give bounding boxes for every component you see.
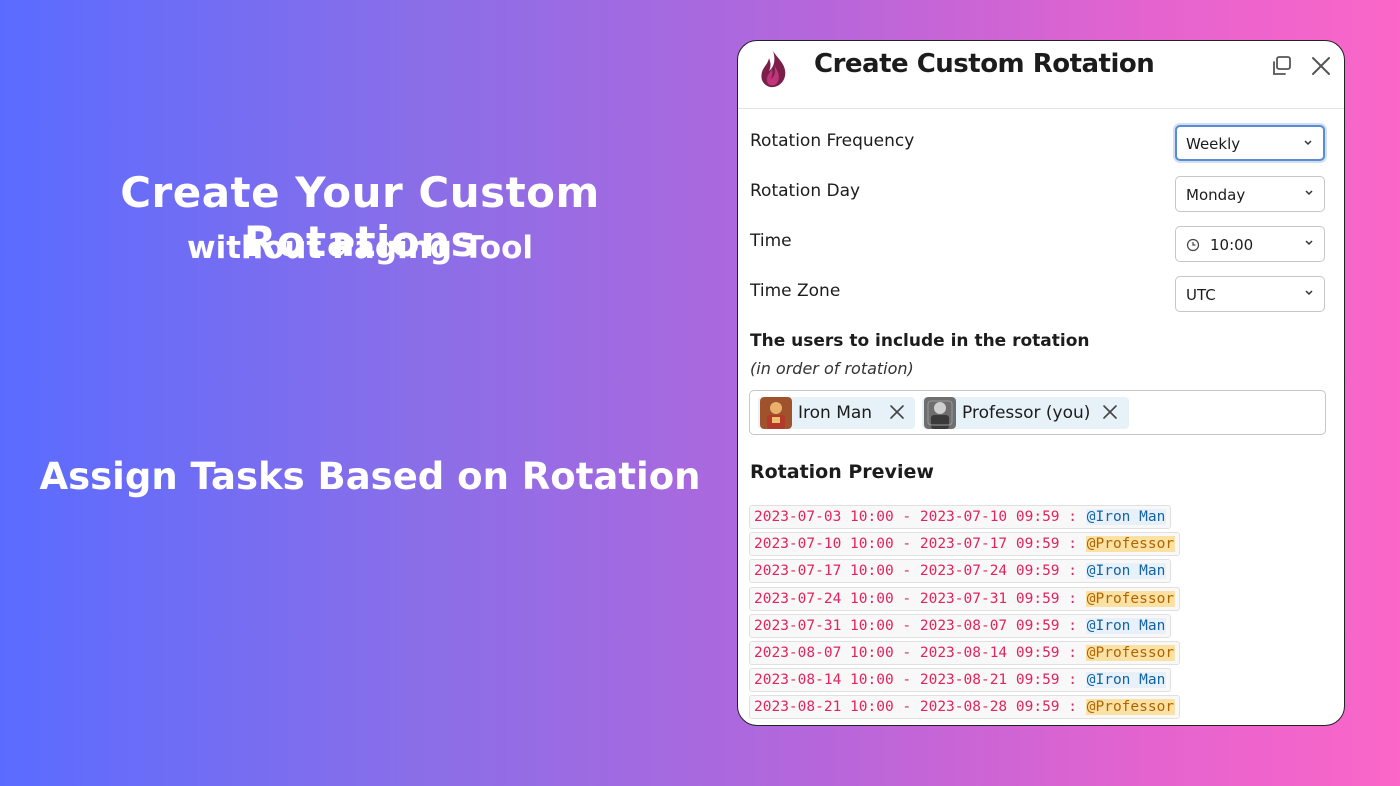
- rotation-preview-title: Rotation Preview: [750, 461, 934, 483]
- chevron-down-icon: [1305, 240, 1313, 246]
- avatar: [760, 397, 792, 429]
- rotation-day-label: Rotation Day: [750, 181, 861, 201]
- user-chip: Iron Man: [758, 397, 915, 429]
- rotation-frequency-label: Rotation Frequency: [750, 131, 915, 151]
- chevron-down-icon: [1304, 140, 1312, 146]
- preview-row: 2023-07-17 10:00 - 2023-07-24 09:59 : @I…: [749, 559, 1172, 584]
- rotation-frequency-select[interactable]: Weekly: [1175, 125, 1325, 161]
- users-multiselect[interactable]: Iron Man Professor (you): [749, 390, 1326, 435]
- rotation-preview-list: 2023-07-03 10:00 - 2023-07-10 09:59 : @I…: [749, 505, 1181, 723]
- user-mention[interactable]: @Professor: [1085, 536, 1176, 553]
- preview-range: 2023-07-03 10:00 - 2023-07-10 09:59 :: [754, 509, 1078, 525]
- user-mention[interactable]: @Iron Man: [1085, 509, 1167, 525]
- user-mention[interactable]: @Professor: [1085, 590, 1176, 607]
- time-zone-label: Time Zone: [750, 281, 841, 301]
- rotation-frequency-value: Weekly: [1186, 135, 1241, 153]
- user-mention[interactable]: @Iron Man: [1085, 617, 1167, 634]
- preview-range: 2023-07-24 10:00 - 2023-07-31 09:59 :: [754, 590, 1078, 607]
- time-value: 10:00: [1210, 236, 1254, 254]
- create-rotation-modal: Create Custom Rotation Rotation Frequenc…: [737, 40, 1345, 726]
- modal-title: Create Custom Rotation: [814, 49, 1155, 79]
- promo-tagline: Assign Tasks Based on Rotation: [39, 455, 701, 498]
- preview-row: 2023-07-24 10:00 - 2023-07-31 09:59 : @P…: [749, 586, 1181, 611]
- promo-subtitle: without Paging Tool: [186, 230, 534, 266]
- close-icon[interactable]: [1308, 53, 1334, 79]
- preview-row: 2023-07-03 10:00 - 2023-07-10 09:59 : @I…: [749, 505, 1172, 529]
- time-label: Time: [750, 231, 792, 251]
- preview-row: 2023-08-07 10:00 - 2023-08-14 09:59 : @P…: [749, 640, 1181, 665]
- preview-range: 2023-07-17 10:00 - 2023-07-24 09:59 :: [754, 563, 1078, 580]
- users-section-subtitle: (in order of rotation): [750, 359, 914, 378]
- user-mention[interactable]: @Professor: [1085, 644, 1176, 661]
- clock-icon: [1186, 238, 1200, 252]
- users-section-title: The users to include in the rotation: [750, 331, 1090, 351]
- preview-range: 2023-07-10 10:00 - 2023-07-17 09:59 :: [754, 536, 1078, 553]
- user-mention[interactable]: @Iron Man: [1085, 563, 1167, 580]
- avatar: [924, 397, 956, 429]
- flame-logo-icon: [761, 51, 786, 88]
- rotation-day-select[interactable]: Monday: [1175, 176, 1325, 212]
- modal-header: Create Custom Rotation: [738, 41, 1344, 109]
- preview-range: 2023-08-14 10:00 - 2023-08-21 09:59 :: [754, 672, 1078, 689]
- preview-range: 2023-07-31 10:00 - 2023-08-07 09:59 :: [754, 617, 1078, 634]
- preview-row: 2023-08-14 10:00 - 2023-08-21 09:59 : @I…: [749, 668, 1172, 693]
- remove-user-icon[interactable]: [1102, 404, 1118, 420]
- time-zone-value: UTC: [1186, 286, 1216, 304]
- preview-range: 2023-08-07 10:00 - 2023-08-14 09:59 :: [754, 644, 1078, 661]
- time-zone-select[interactable]: UTC: [1175, 276, 1325, 312]
- chevron-down-icon: [1305, 190, 1313, 196]
- user-chip-label: Professor (you): [962, 403, 1091, 423]
- rotation-day-value: Monday: [1186, 186, 1246, 204]
- user-chip-label: Iron Man: [798, 403, 873, 423]
- remove-user-icon[interactable]: [889, 404, 905, 420]
- chevron-down-icon: [1305, 290, 1313, 296]
- popout-icon[interactable]: [1268, 53, 1294, 79]
- user-mention[interactable]: @Iron Man: [1085, 672, 1167, 689]
- preview-row: 2023-08-21 10:00 - 2023-08-28 09:59 : @P…: [749, 695, 1181, 720]
- preview-range: 2023-08-21 10:00 - 2023-08-28 09:59 :: [754, 699, 1078, 716]
- preview-row: 2023-07-31 10:00 - 2023-08-07 09:59 : @I…: [749, 613, 1172, 638]
- user-chip: Professor (you): [922, 397, 1129, 429]
- preview-row: 2023-07-10 10:00 - 2023-07-17 09:59 : @P…: [749, 532, 1181, 557]
- time-select[interactable]: 10:00: [1175, 226, 1325, 262]
- user-mention[interactable]: @Professor: [1085, 699, 1176, 716]
